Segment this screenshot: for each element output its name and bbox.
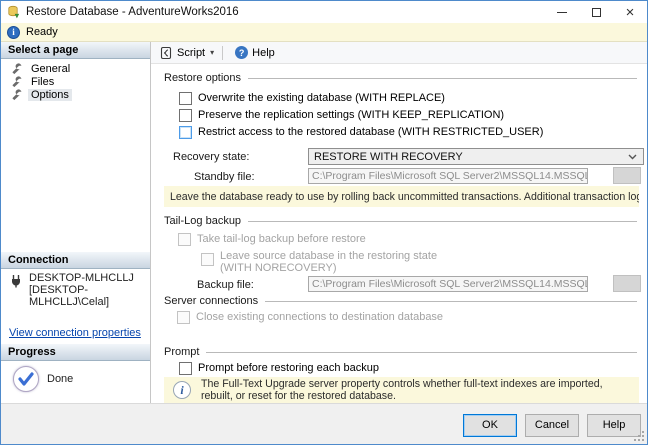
overwrite-existing-checkbox-row: Overwrite the existing database (WITH RE…	[179, 91, 445, 105]
standby-file-input: C:\Program Files\Microsoft SQL Server2\M…	[308, 168, 588, 184]
connection-header: Connection	[1, 252, 150, 269]
group-label: Tail-Log backup	[164, 215, 242, 227]
resize-grip[interactable]	[634, 431, 645, 442]
progress-status: Done	[47, 373, 74, 385]
overwrite-existing-checkbox[interactable]	[179, 91, 192, 105]
sidebar-item-label: Options	[28, 89, 72, 101]
connection-user: [DESKTOP-MLHCLLJ\Celal]	[29, 284, 110, 308]
group-label: Prompt	[164, 346, 200, 358]
help-button[interactable]: ? Help	[231, 43, 279, 63]
group-label: Server connections	[164, 295, 259, 307]
status-bar: i Ready	[1, 23, 647, 42]
backup-file-label: Backup file:	[197, 279, 254, 291]
restore-options-group: Restore options	[164, 72, 637, 84]
minimize-button[interactable]	[545, 1, 579, 23]
script-label: Script	[177, 46, 206, 59]
status-text: Ready	[26, 26, 58, 38]
maximize-button[interactable]	[579, 1, 613, 23]
group-label: Restore options	[164, 72, 242, 84]
checkbox-label: Take tail-log backup before restore	[197, 233, 366, 245]
group-rule	[248, 220, 637, 222]
info-icon: i	[173, 381, 191, 399]
checkbox-label: Leave source database in the restoring s…	[220, 250, 438, 274]
select-a-page-header: Select a page	[1, 42, 150, 59]
take-tail-log-checkbox	[178, 232, 191, 246]
sidebar-item-label: General	[31, 63, 71, 75]
checkbox-label: Restrict access to the restored database…	[198, 126, 544, 138]
note-text: Leave the database ready to use by rolli…	[170, 190, 639, 203]
prompt-before-restore-checkbox-row: Prompt before restoring each backup	[179, 361, 379, 375]
recovery-state-value: RESTORE WITH RECOVERY	[314, 150, 463, 163]
restrict-access-checkbox[interactable]	[179, 125, 192, 139]
prompt-group: Prompt	[164, 346, 637, 358]
server-connections-group: Server connections	[164, 295, 637, 307]
connection-server: DESKTOP-MLHCLLJ	[29, 272, 134, 284]
wrench-icon	[12, 76, 22, 88]
leave-source-checkbox-row: Leave source database in the restoring s…	[201, 250, 452, 276]
checkbox-label: Preserve the replication settings (WITH …	[198, 109, 505, 121]
chevron-down-icon[interactable]: ▾	[210, 48, 214, 57]
tail-log-backup-group: Tail-Log backup	[164, 215, 637, 227]
sidebar: Select a page General Files Options Conn…	[1, 42, 151, 403]
backup-file-browse-button	[613, 275, 641, 292]
standby-file-browse-button	[613, 167, 641, 184]
toolbar-separator	[222, 45, 224, 60]
wrench-icon	[12, 89, 22, 101]
script-icon	[160, 46, 172, 59]
checkbox-label: Overwrite the existing database (WITH RE…	[198, 92, 445, 104]
info-icon: i	[7, 25, 20, 39]
options-page-content: Restore options Overwrite the existing d…	[151, 64, 647, 403]
prompt-before-restore-checkbox[interactable]	[179, 361, 192, 375]
sidebar-item-options[interactable]: Options	[1, 88, 150, 102]
close-button[interactable]: ×	[613, 1, 647, 23]
preserve-replication-checkbox[interactable]	[179, 108, 192, 122]
close-connections-checkbox	[177, 310, 190, 324]
progress-header: Progress	[1, 344, 150, 361]
group-rule	[206, 351, 637, 353]
script-button[interactable]: Script ▾	[155, 43, 218, 63]
take-tail-log-checkbox-row: Take tail-log backup before restore	[178, 232, 366, 246]
ok-button[interactable]: OK	[463, 414, 517, 437]
note-text: The Full-Text Upgrade server property co…	[201, 378, 603, 402]
recovery-info-note: Leave the database ready to use by rolli…	[164, 186, 639, 207]
sidebar-item-label: Files	[31, 76, 55, 88]
recovery-state-label: Recovery state:	[173, 151, 250, 163]
standby-file-label: Standby file:	[194, 171, 255, 183]
title-bar: Restore Database - AdventureWorks2016 ×	[1, 1, 647, 23]
footer: OK Cancel Help	[1, 403, 647, 444]
backup-file-input: C:\Program Files\Microsoft SQL Server2\M…	[308, 276, 588, 292]
help-label: Help	[252, 46, 275, 59]
leave-source-checkbox	[201, 253, 214, 266]
server-plug-icon	[12, 275, 20, 288]
sidebar-item-files[interactable]: Files	[1, 75, 150, 89]
minimize-icon	[557, 11, 567, 13]
restore-database-dialog: Restore Database - AdventureWorks2016 × …	[0, 0, 648, 445]
chevron-down-icon	[628, 154, 637, 160]
close-connections-checkbox-row: Close existing connections to destinatio…	[177, 310, 443, 324]
restrict-access-checkbox-row: Restrict access to the restored database…	[179, 125, 543, 139]
checkbox-label: Prompt before restoring each backup	[198, 362, 379, 374]
window-title: Restore Database - AdventureWorks2016	[26, 6, 239, 18]
group-rule	[265, 300, 637, 302]
done-check-icon	[13, 366, 39, 392]
preserve-replication-checkbox-row: Preserve the replication settings (WITH …	[179, 108, 504, 122]
close-icon: ×	[625, 3, 635, 21]
view-connection-properties-link[interactable]: View connection properties	[9, 327, 141, 339]
checkbox-label: Close existing connections to destinatio…	[196, 311, 444, 323]
help-button-footer[interactable]: Help	[587, 414, 641, 437]
sidebar-item-general[interactable]: General	[1, 62, 150, 76]
group-rule	[248, 77, 637, 79]
wrench-icon	[12, 63, 22, 75]
main-toolbar: Script ▾ ? Help	[151, 42, 647, 64]
cancel-button[interactable]: Cancel	[525, 414, 579, 437]
window-controls: ×	[545, 1, 647, 23]
full-text-info-note: i The Full-Text Upgrade server property …	[164, 377, 639, 403]
recovery-state-dropdown[interactable]: RESTORE WITH RECOVERY	[308, 148, 644, 165]
help-question-icon: ?	[235, 46, 249, 59]
restore-database-icon	[8, 5, 20, 19]
maximize-icon	[591, 7, 601, 17]
